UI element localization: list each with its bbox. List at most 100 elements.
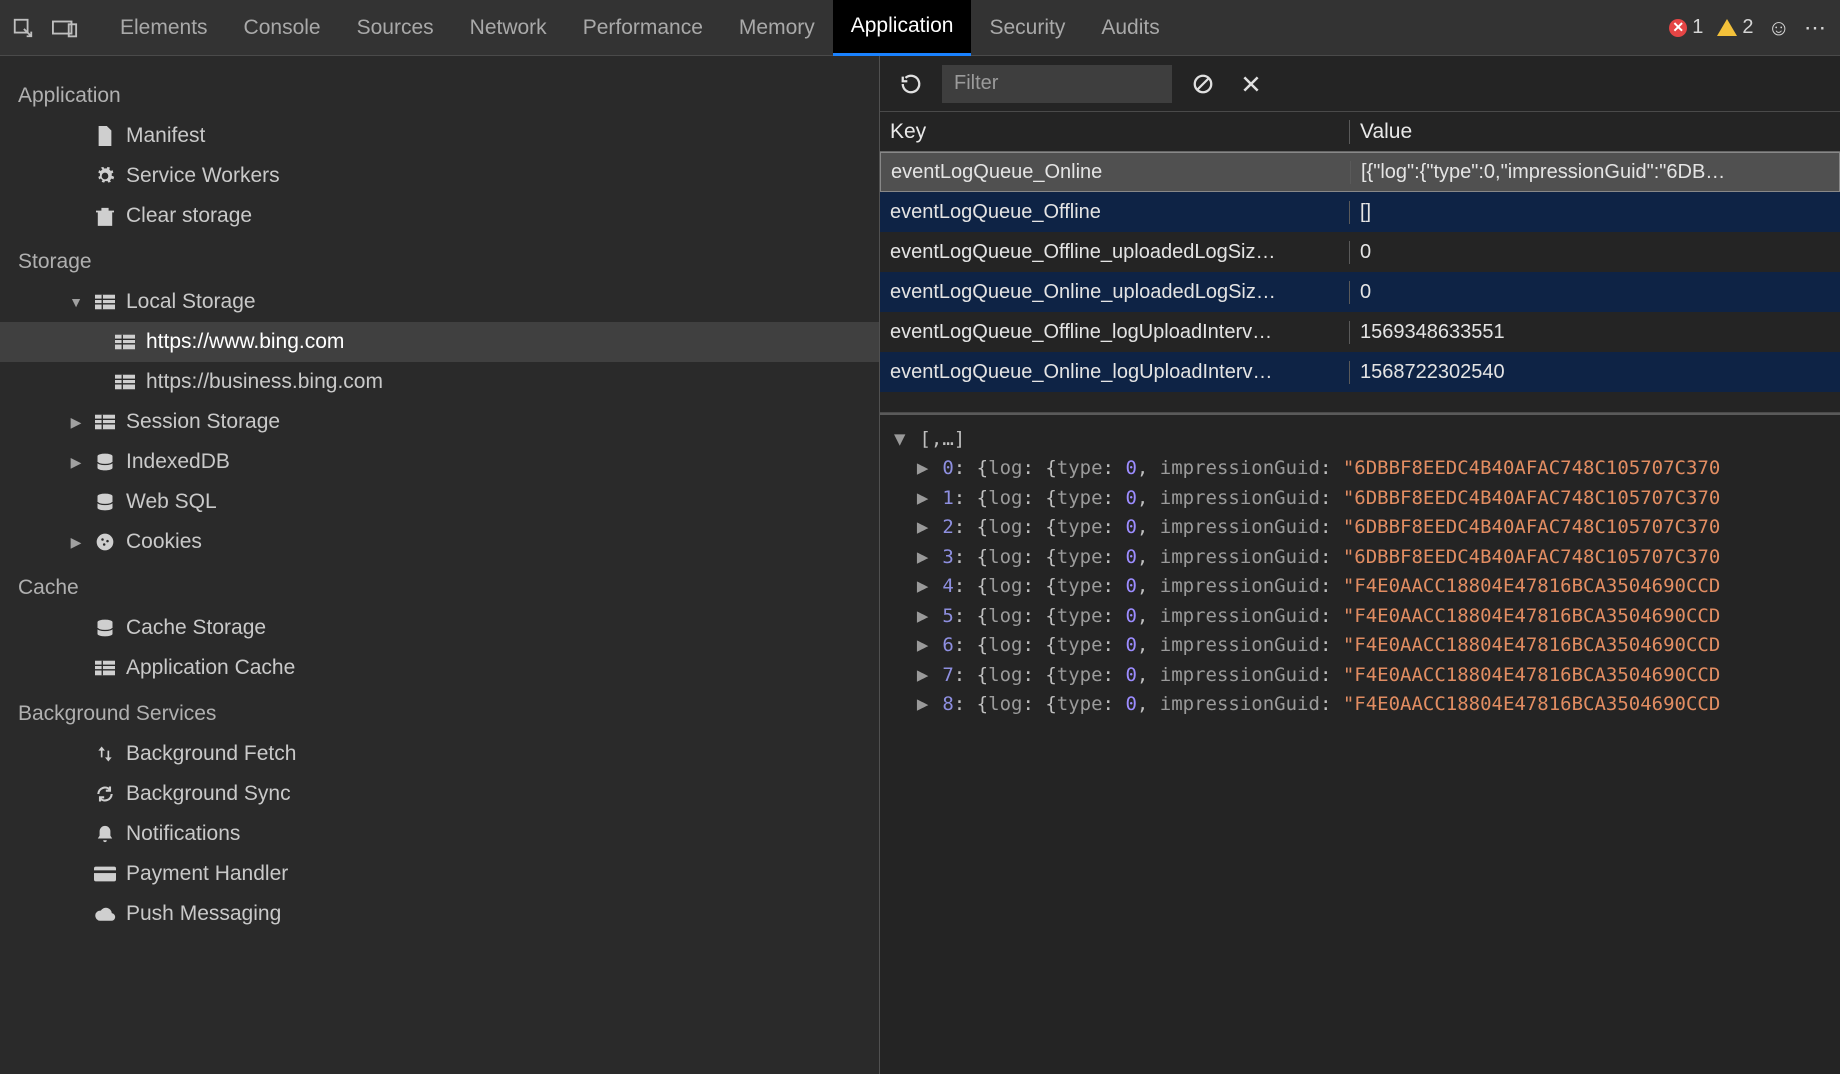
sidebar-item-label: Push Messaging <box>126 902 281 926</box>
sidebar-item-clear-storage[interactable]: Clear storage <box>0 196 879 236</box>
sidebar-item-label: Application Cache <box>126 656 295 680</box>
viewer-entry[interactable]: ▶ 6: {log: {type: 0, impressionGuid: "F4… <box>894 631 1826 660</box>
tab-sources[interactable]: Sources <box>339 0 452 56</box>
tab-security[interactable]: Security <box>971 0 1083 56</box>
more-menu-icon[interactable]: ⋯ <box>1804 15 1828 41</box>
sidebar-item-service-workers[interactable]: Service Workers <box>0 156 879 196</box>
tab-elements[interactable]: Elements <box>102 0 226 56</box>
cell-key: eventLogQueue_Online <box>881 161 1351 184</box>
viewer-entry[interactable]: ▶ 5: {log: {type: 0, impressionGuid: "F4… <box>894 602 1826 631</box>
viewer-entry[interactable]: ▶ 8: {log: {type: 0, impressionGuid: "F4… <box>894 690 1826 719</box>
cell-key: eventLogQueue_Online_uploadedLogSiz… <box>880 281 1350 304</box>
db-grid-icon <box>114 374 136 390</box>
sidebar-item-background-sync[interactable]: Background Sync <box>0 774 879 814</box>
viewer-entry[interactable]: ▶ 4: {log: {type: 0, impressionGuid: "F4… <box>894 572 1826 601</box>
table-row[interactable]: eventLogQueue_Offline[] <box>880 192 1840 232</box>
card-icon <box>94 866 116 882</box>
sync-icon <box>94 784 116 804</box>
cell-value: 1569348633551 <box>1350 321 1840 344</box>
db-grid-icon <box>114 334 136 350</box>
table-row[interactable]: eventLogQueue_Online[{"log":{"type":0,"i… <box>880 152 1840 192</box>
sidebar-item-session-storage[interactable]: ▶ Session Storage <box>0 402 879 442</box>
tab-memory[interactable]: Memory <box>721 0 833 56</box>
sidebar-item-label: Cache Storage <box>126 616 266 640</box>
table-row[interactable]: eventLogQueue_Offline_logUploadInterv…15… <box>880 312 1840 352</box>
sidebar-item-label: https://business.bing.com <box>146 370 383 394</box>
sidebar-item-notifications[interactable]: Notifications <box>0 814 879 854</box>
device-toggle-icon[interactable] <box>52 17 78 39</box>
viewer-entry[interactable]: ▶ 1: {log: {type: 0, impressionGuid: "6D… <box>894 484 1826 513</box>
tab-console[interactable]: Console <box>226 0 339 56</box>
bell-icon <box>94 824 116 844</box>
viewer-entry[interactable]: ▶ 7: {log: {type: 0, impressionGuid: "F4… <box>894 661 1826 690</box>
viewer-root[interactable]: ▼ [,…] <box>894 425 1826 454</box>
db-icon <box>94 452 116 472</box>
sidebar-item-label: Background Fetch <box>126 742 296 766</box>
file-icon <box>94 126 116 146</box>
sidebar-item-label: Notifications <box>126 822 240 846</box>
db-icon <box>94 492 116 512</box>
sidebar-item-application-cache[interactable]: Application Cache <box>0 648 879 688</box>
db-grid-icon <box>94 294 116 310</box>
cookie-icon <box>94 532 116 552</box>
gear-icon <box>94 166 116 186</box>
sidebar-item-label: https://www.bing.com <box>146 330 344 354</box>
cell-value: 0 <box>1350 241 1840 264</box>
sidebar-item-label: Payment Handler <box>126 862 288 886</box>
refresh-button[interactable] <box>894 67 928 101</box>
sidebar-item-cache-storage[interactable]: Cache Storage <box>0 608 879 648</box>
viewer-entry[interactable]: ▶ 3: {log: {type: 0, impressionGuid: "6D… <box>894 543 1826 572</box>
table-row[interactable]: eventLogQueue_Online_logUploadInterv…156… <box>880 352 1840 392</box>
db-icon <box>94 618 116 638</box>
delete-selected-button[interactable] <box>1234 67 1268 101</box>
value-viewer: ▼ [,…] ▶ 0: {log: {type: 0, impressionGu… <box>880 413 1840 1074</box>
sidebar-item-payment-handler[interactable]: Payment Handler <box>0 854 879 894</box>
storage-detail-pane: Key Value eventLogQueue_Online[{"log":{"… <box>880 56 1840 1074</box>
clear-all-button[interactable] <box>1186 67 1220 101</box>
sidebar-origin-item[interactable]: https://business.bing.com <box>0 362 879 402</box>
chevron-right-icon: ▶ <box>68 534 84 551</box>
chevron-right-icon: ▶ <box>68 414 84 431</box>
devtools-tabs: ElementsConsoleSourcesNetworkPerformance… <box>102 0 1178 56</box>
filter-input[interactable] <box>942 65 1172 103</box>
sidebar-item-label: Web SQL <box>126 490 217 514</box>
sidebar-item-label: Local Storage <box>126 290 256 314</box>
storage-toolbar <box>880 56 1840 112</box>
feedback-icon[interactable]: ☺ <box>1768 15 1790 41</box>
trash-icon <box>94 206 116 226</box>
sidebar-item-cookies[interactable]: ▶Cookies <box>0 522 879 562</box>
inspect-icon[interactable] <box>12 17 34 39</box>
table-row[interactable]: eventLogQueue_Online_uploadedLogSiz…0 <box>880 272 1840 312</box>
sidebar-origin-item[interactable]: https://www.bing.com <box>0 322 879 362</box>
chevron-right-icon: ▶ <box>68 454 84 471</box>
sidebar-item-label: Clear storage <box>126 204 252 228</box>
sidebar-item-label: Service Workers <box>126 164 280 188</box>
table-row[interactable]: eventLogQueue_Offline_uploadedLogSiz…0 <box>880 232 1840 272</box>
tab-audits[interactable]: Audits <box>1083 0 1177 56</box>
viewer-entry[interactable]: ▶ 0: {log: {type: 0, impressionGuid: "6D… <box>894 454 1826 483</box>
section-title: Cache <box>0 562 879 608</box>
error-count: 1 <box>1692 16 1703 39</box>
header-value[interactable]: Value <box>1350 120 1840 144</box>
header-key[interactable]: Key <box>880 120 1350 144</box>
sidebar-item-push-messaging[interactable]: Push Messaging <box>0 894 879 934</box>
sidebar-item-background-fetch[interactable]: Background Fetch <box>0 734 879 774</box>
sidebar-item-label: Session Storage <box>126 410 280 434</box>
sidebar-item-local-storage[interactable]: ▼Local Storage <box>0 282 879 322</box>
sidebar-item-web-sql[interactable]: Web SQL <box>0 482 879 522</box>
cell-value: 1568722302540 <box>1350 361 1840 384</box>
tab-performance[interactable]: Performance <box>565 0 721 56</box>
tab-network[interactable]: Network <box>452 0 565 56</box>
tab-application[interactable]: Application <box>833 0 972 56</box>
error-count-badge[interactable]: ✕1 <box>1669 16 1703 39</box>
storage-table: Key Value eventLogQueue_Online[{"log":{"… <box>880 112 1840 413</box>
sidebar-item-label: IndexedDB <box>126 450 230 474</box>
viewer-entry[interactable]: ▶ 2: {log: {type: 0, impressionGuid: "6D… <box>894 513 1826 542</box>
warning-count-badge[interactable]: 2 <box>1717 16 1753 39</box>
cell-key: eventLogQueue_Offline_uploadedLogSiz… <box>880 241 1350 264</box>
db-grid-icon <box>94 660 116 676</box>
sidebar-item-indexeddb[interactable]: ▶ IndexedDB <box>0 442 879 482</box>
cloud-icon <box>94 906 116 922</box>
sidebar-item-manifest[interactable]: Manifest <box>0 116 879 156</box>
section-title: Application <box>0 70 879 116</box>
